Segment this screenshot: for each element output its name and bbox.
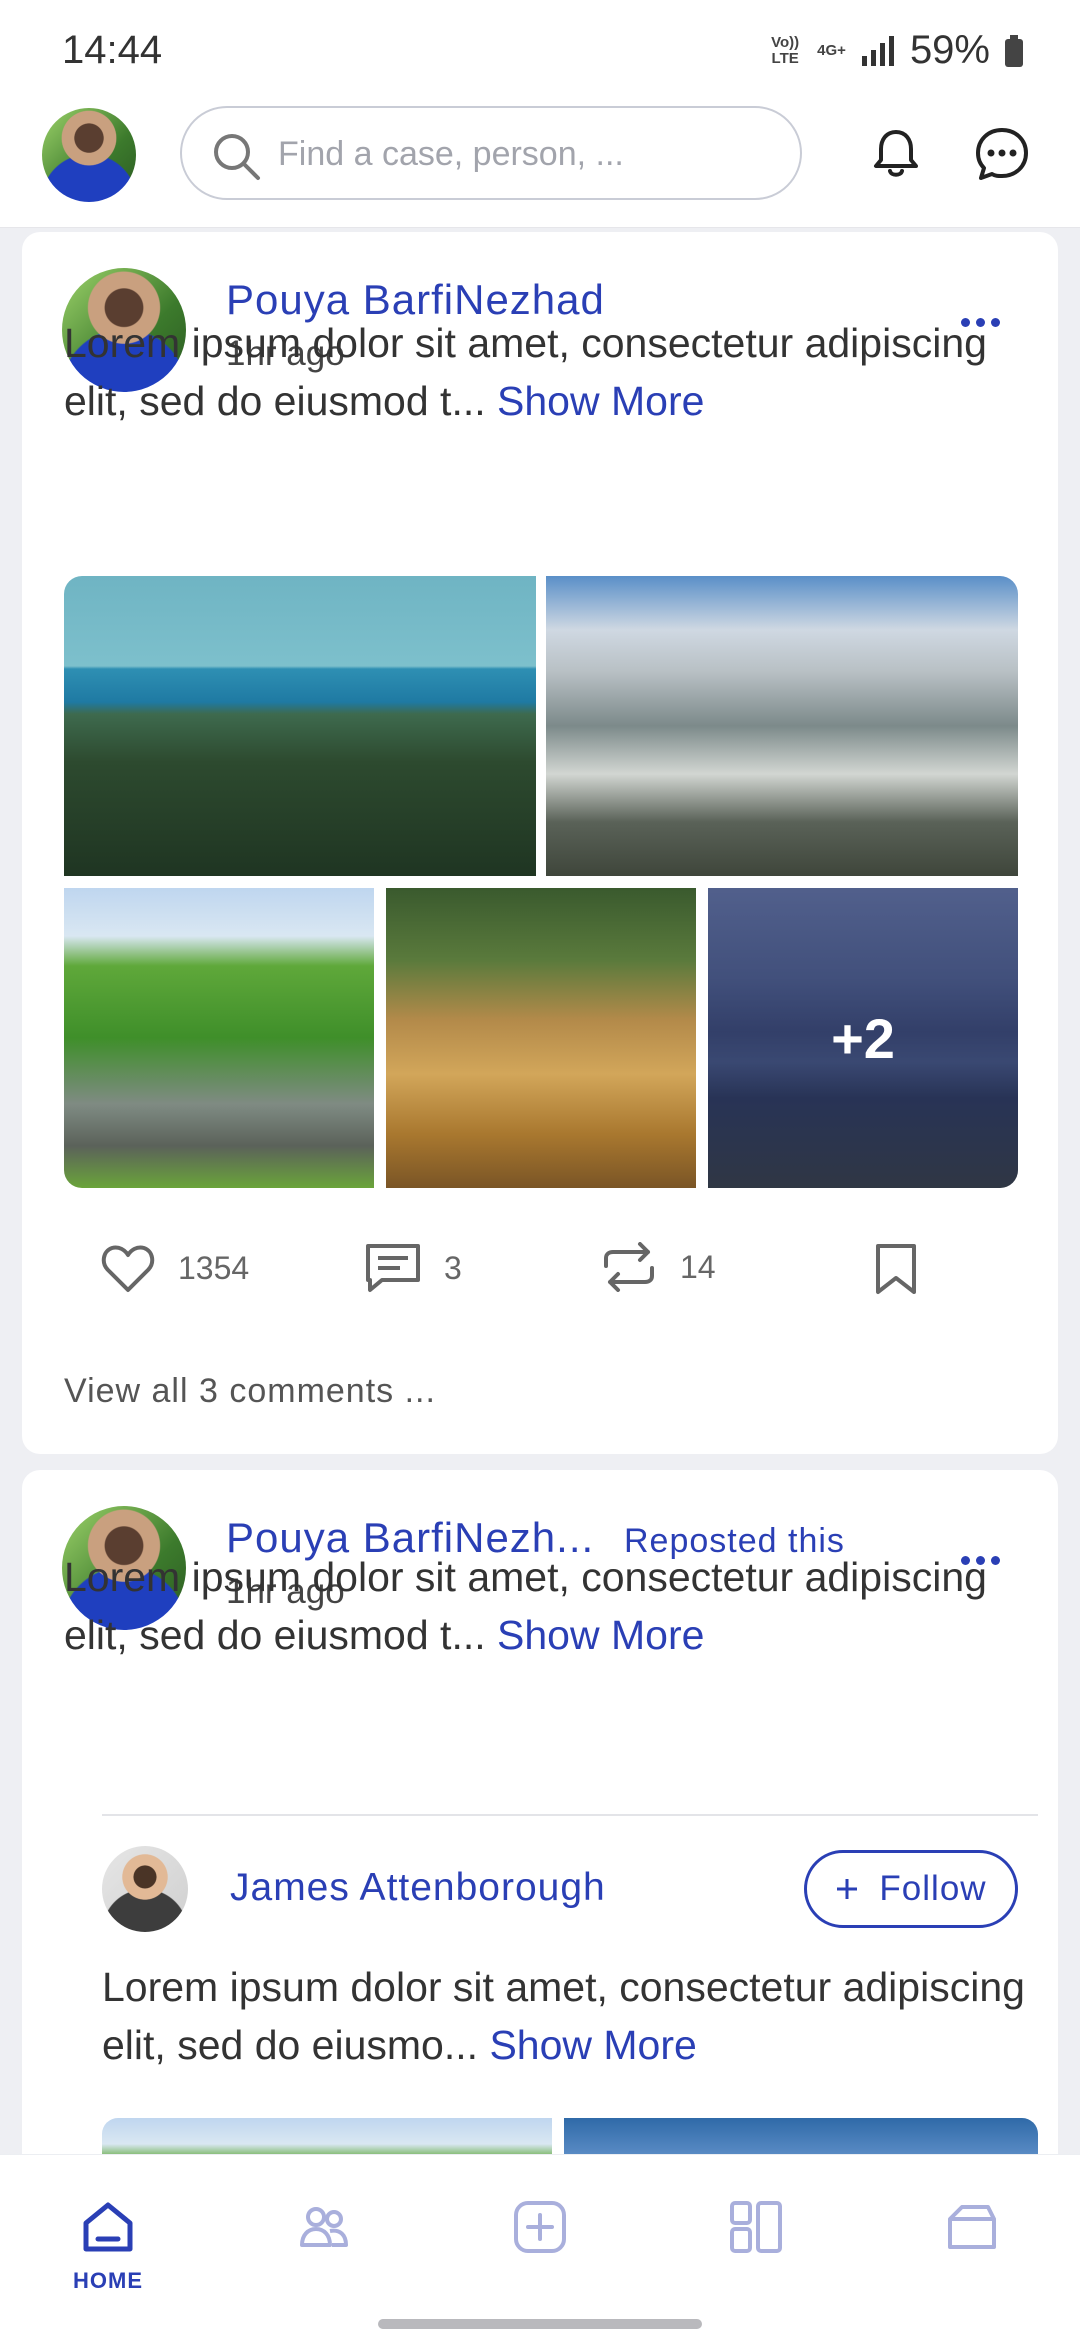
follow-button[interactable]: Follow <box>804 1850 1018 1928</box>
chat-icon[interactable] <box>972 124 1032 184</box>
status-time: 14:44 <box>62 28 163 72</box>
add-icon <box>514 2201 566 2253</box>
folder-icon <box>948 2205 996 2249</box>
home-icon <box>83 2202 133 2252</box>
bell-icon[interactable] <box>866 124 926 184</box>
original-post-text: Lorem ipsum dolor sit amet, consectetur … <box>102 1958 1042 2074</box>
nav-home[interactable]: HOME <box>48 2199 168 2294</box>
repost-count: 14 <box>680 1248 716 1285</box>
battery-icon <box>1005 34 1023 67</box>
network-type-indicator: 4G+ <box>817 41 846 59</box>
gallery-image-lake-more[interactable]: +2 <box>708 888 1018 1188</box>
post-text: Lorem ipsum dolor sit amet, consectetur … <box>64 1548 1044 1664</box>
more-images-count: +2 <box>708 888 1018 1188</box>
gallery-image-mountains[interactable] <box>546 576 1018 876</box>
like-count: 1354 <box>178 1249 250 1286</box>
post-actions: 1354 3 14 <box>22 1242 1058 1322</box>
search-input[interactable] <box>278 130 778 178</box>
post-text: Lorem ipsum dolor sit amet, consectetur … <box>64 314 1044 430</box>
bottom-navigation: HOME <box>0 2154 1080 2340</box>
home-indicator <box>378 2319 702 2329</box>
dashboard-icon <box>730 2201 782 2253</box>
top-app-bar <box>0 100 1080 228</box>
original-author-name[interactable]: James Attenborough <box>230 1866 606 1910</box>
people-icon <box>300 2207 348 2247</box>
post-card: Pouya BarfiNezhad 1hr ago Lorem ipsum do… <box>22 232 1058 1454</box>
comment-count: 3 <box>444 1249 462 1286</box>
nav-add[interactable] <box>480 2199 600 2260</box>
nav-people[interactable] <box>264 2199 384 2260</box>
user-avatar[interactable] <box>42 108 136 202</box>
status-indicators: Vo)) LTE 4G+ 59% <box>767 28 1024 73</box>
bookmark-icon <box>876 1244 916 1294</box>
nav-home-label: HOME <box>73 2268 143 2293</box>
repost-button[interactable]: 14 <box>600 1242 716 1292</box>
gallery-image-river[interactable] <box>64 888 374 1188</box>
gallery-image-wheat[interactable] <box>386 888 696 1188</box>
divider <box>102 1814 1038 1816</box>
plus-icon <box>837 1879 858 1899</box>
original-author-avatar[interactable] <box>102 1846 188 1932</box>
search-bar[interactable] <box>180 106 802 200</box>
search-icon <box>214 134 260 180</box>
signal-icon <box>861 35 894 66</box>
show-more-link[interactable]: Show More <box>497 1612 704 1658</box>
nav-dashboard[interactable] <box>696 2199 816 2260</box>
comment-button[interactable]: 3 <box>364 1242 462 1294</box>
nav-folder[interactable] <box>912 2199 1032 2260</box>
follow-label: Follow <box>879 1869 987 1908</box>
bookmark-button[interactable] <box>872 1242 920 1296</box>
volte-indicator: Vo)) LTE <box>771 33 800 67</box>
repost-icon <box>604 1242 654 1292</box>
gallery-image-forest-lake[interactable] <box>64 576 536 876</box>
view-comments-link[interactable]: View all 3 comments ... <box>64 1372 436 1411</box>
comment-icon <box>366 1244 420 1292</box>
show-more-link[interactable]: Show More <box>497 378 704 424</box>
like-button[interactable]: 1354 <box>100 1242 249 1294</box>
heart-icon <box>101 1245 155 1292</box>
status-bar: 14:44 Vo)) LTE 4G+ 59% <box>0 0 1080 100</box>
show-more-link[interactable]: Show More <box>489 2022 696 2068</box>
battery-percentage: 59% <box>909 28 990 72</box>
image-gallery: +2 <box>64 576 1018 1188</box>
